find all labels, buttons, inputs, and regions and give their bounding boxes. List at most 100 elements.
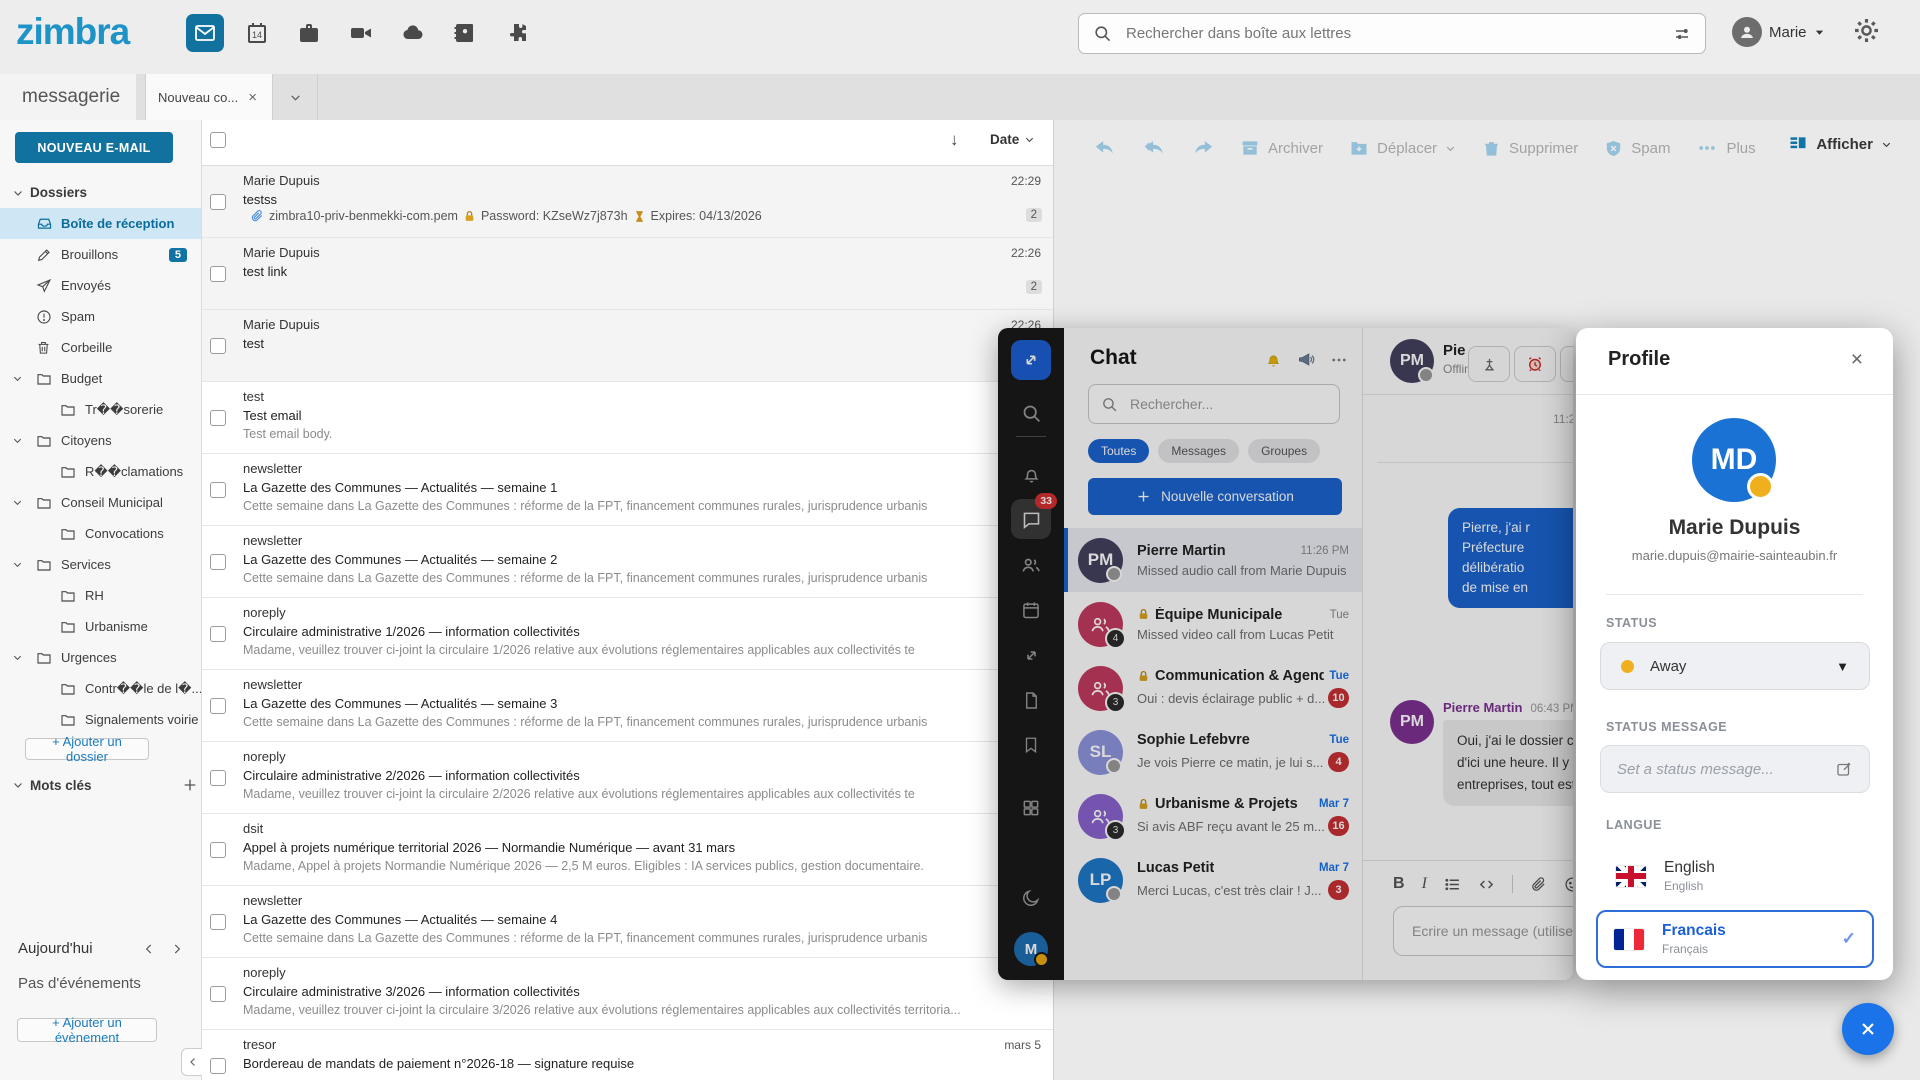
chevron-down-icon[interactable]: [12, 559, 26, 570]
row-checkbox[interactable]: [210, 986, 226, 1002]
connections-rail-icon[interactable]: [1011, 635, 1051, 675]
new-conversation-button[interactable]: Nouvelle conversation: [1088, 478, 1342, 515]
sort-by-date-button[interactable]: Date: [990, 132, 1035, 147]
conversation-item[interactable]: 3 Communication & Agenda Tue Oui : devis…: [1064, 656, 1362, 720]
search-filter-icon[interactable]: [1673, 25, 1691, 43]
filter-messages-pill[interactable]: Messages: [1158, 439, 1239, 463]
archive-button[interactable]: Archiver: [1240, 138, 1323, 158]
mail-list-row[interactable]: noreply mars 8 Circulaire administrative…: [202, 958, 1053, 1030]
chat-menu-icon[interactable]: [1330, 351, 1348, 369]
chevron-down-icon[interactable]: [12, 435, 26, 446]
sidebar-folder[interactable]: Convocations: [0, 518, 201, 549]
reply-button[interactable]: [1094, 137, 1116, 159]
sidebar-folder[interactable]: Urbanisme: [0, 611, 201, 642]
mail-list-row[interactable]: noreply Circulaire administrative 2/2026…: [202, 742, 1053, 814]
new-email-button[interactable]: NOUVEAU E-MAIL: [15, 132, 173, 163]
mail-list-row[interactable]: Marie Dupuis 22:29 testss zimbra10-priv-…: [202, 166, 1053, 238]
collapse-sidebar-button[interactable]: [181, 1048, 203, 1076]
announcement-icon[interactable]: [1297, 350, 1316, 369]
sidebar-folder[interactable]: R��clamations: [0, 456, 201, 487]
attach-button[interactable]: [1530, 876, 1547, 893]
language-option-francais[interactable]: Francais Français ✓: [1596, 910, 1874, 968]
chevron-down-icon[interactable]: [12, 652, 26, 663]
extensions-app-button[interactable]: [498, 14, 536, 52]
select-all-checkbox[interactable]: [210, 132, 226, 148]
row-checkbox[interactable]: [210, 842, 226, 858]
sidebar-folder[interactable]: Spam: [0, 301, 201, 332]
conversation-item[interactable]: LP Lucas Petit Mar 7 Merci Lucas, c'est …: [1064, 848, 1362, 912]
bold-button[interactable]: B: [1393, 875, 1405, 893]
delete-button[interactable]: Supprimer: [1482, 139, 1578, 158]
row-checkbox[interactable]: [210, 698, 226, 714]
mail-list-row[interactable]: newsletter La Gazette des Communes — Act…: [202, 526, 1053, 598]
row-checkbox[interactable]: [210, 266, 226, 282]
mute-bell-icon[interactable]: [1264, 350, 1283, 369]
chat-search[interactable]: [1088, 384, 1340, 424]
spam-button[interactable]: Spam: [1604, 139, 1670, 158]
italic-button[interactable]: I: [1422, 875, 1427, 893]
row-checkbox[interactable]: [210, 482, 226, 498]
mail-list-row[interactable]: Marie Dupuis 22:26 test link 2: [202, 238, 1053, 310]
chats-rail-button[interactable]: 33: [1011, 499, 1051, 539]
mail-list-row[interactable]: dsit Appel à projets numérique territori…: [202, 814, 1053, 886]
chat-search-input[interactable]: [1128, 395, 1327, 413]
user-menu[interactable]: Marie: [1732, 17, 1825, 47]
conversation-item[interactable]: 4 Équipe Municipale Tue Missed video cal…: [1064, 592, 1362, 656]
search-input[interactable]: [1124, 24, 1673, 43]
chat-shortcut-button[interactable]: [1011, 340, 1051, 380]
conversation-item[interactable]: 3 Urbanisme & Projets Mar 7 Si avis ABF …: [1064, 784, 1362, 848]
row-checkbox[interactable]: [210, 1058, 226, 1074]
mail-app-button[interactable]: [186, 14, 224, 52]
sidebar-folder[interactable]: Citoyens: [0, 425, 201, 456]
global-search[interactable]: [1078, 13, 1706, 54]
tab-close-icon[interactable]: ×: [248, 89, 257, 106]
conversation-item[interactable]: PM Pierre Martin 11:26 PM Missed audio c…: [1064, 528, 1362, 592]
tab-nouveau-courriel[interactable]: Nouveau co... ×: [145, 74, 273, 120]
sidebar-folder[interactable]: Budget: [0, 363, 201, 394]
more-button[interactable]: Plus: [1696, 138, 1755, 158]
sidebar-folder[interactable]: Corbeille: [0, 332, 201, 363]
mail-list-row[interactable]: Marie Dupuis 22:26 test 2: [202, 310, 1053, 382]
view-button[interactable]: Afficher: [1788, 134, 1892, 154]
move-button[interactable]: Déplacer: [1349, 138, 1456, 158]
status-message-input[interactable]: Set a status message...: [1600, 745, 1870, 793]
row-checkbox[interactable]: [210, 770, 226, 786]
add-folder-button[interactable]: + Ajouter un dossier: [25, 738, 149, 760]
next-day-icon[interactable]: [170, 942, 184, 956]
calendar-rail-icon[interactable]: [1011, 590, 1051, 630]
language-option-english[interactable]: English English: [1600, 850, 1870, 902]
chat-user-avatar[interactable]: M: [1014, 932, 1048, 966]
sidebar-folder[interactable]: Conseil Municipal: [0, 487, 201, 518]
add-event-button[interactable]: + Ajouter un évènement: [17, 1018, 157, 1042]
sidebar-folder[interactable]: Boîte de réception: [0, 208, 201, 239]
row-checkbox[interactable]: [210, 554, 226, 570]
files-rail-icon[interactable]: [1011, 680, 1051, 720]
notifications-bell-icon[interactable]: [1011, 454, 1051, 494]
sort-direction-icon[interactable]: ↓: [950, 130, 959, 150]
sidebar-folder[interactable]: Contr��le de l�...: [0, 673, 201, 704]
sidebar-folder[interactable]: Urgences: [0, 642, 201, 673]
reply-all-button[interactable]: [1142, 137, 1166, 159]
filter-groups-pill[interactable]: Groupes: [1248, 439, 1320, 463]
close-icon[interactable]: ×: [1851, 348, 1863, 372]
sidebar-folder[interactable]: Brouillons 5: [0, 239, 201, 270]
row-checkbox[interactable]: [210, 194, 226, 210]
bookmark-rail-icon[interactable]: [1011, 725, 1051, 765]
sidebar-folder[interactable]: Envoyés: [0, 270, 201, 301]
row-checkbox[interactable]: [210, 914, 226, 930]
forward-button[interactable]: [1192, 137, 1214, 159]
row-checkbox[interactable]: [210, 410, 226, 426]
mail-list-row[interactable]: newsletter La Gazette des Communes — Act…: [202, 670, 1053, 742]
schedule-button[interactable]: [1560, 346, 1573, 382]
filter-all-pill[interactable]: Toutes: [1088, 439, 1149, 463]
conversation-item[interactable]: SL Sophie Lefebvre Tue Je vois Pierre ce…: [1064, 720, 1362, 784]
list-button[interactable]: [1444, 876, 1461, 893]
alarm-clock-button[interactable]: [1514, 346, 1556, 382]
contacts-app-button[interactable]: [446, 14, 484, 52]
chevron-down-icon[interactable]: [12, 373, 26, 384]
mail-list-row[interactable]: newsletter mars 8 La Gazette des Commune…: [202, 886, 1053, 958]
add-tag-icon[interactable]: [182, 777, 198, 793]
dark-mode-moon-icon[interactable]: [1011, 878, 1051, 918]
mail-list-row[interactable]: newsletter La Gazette des Communes — Act…: [202, 454, 1053, 526]
cloud-app-button[interactable]: [394, 14, 432, 52]
